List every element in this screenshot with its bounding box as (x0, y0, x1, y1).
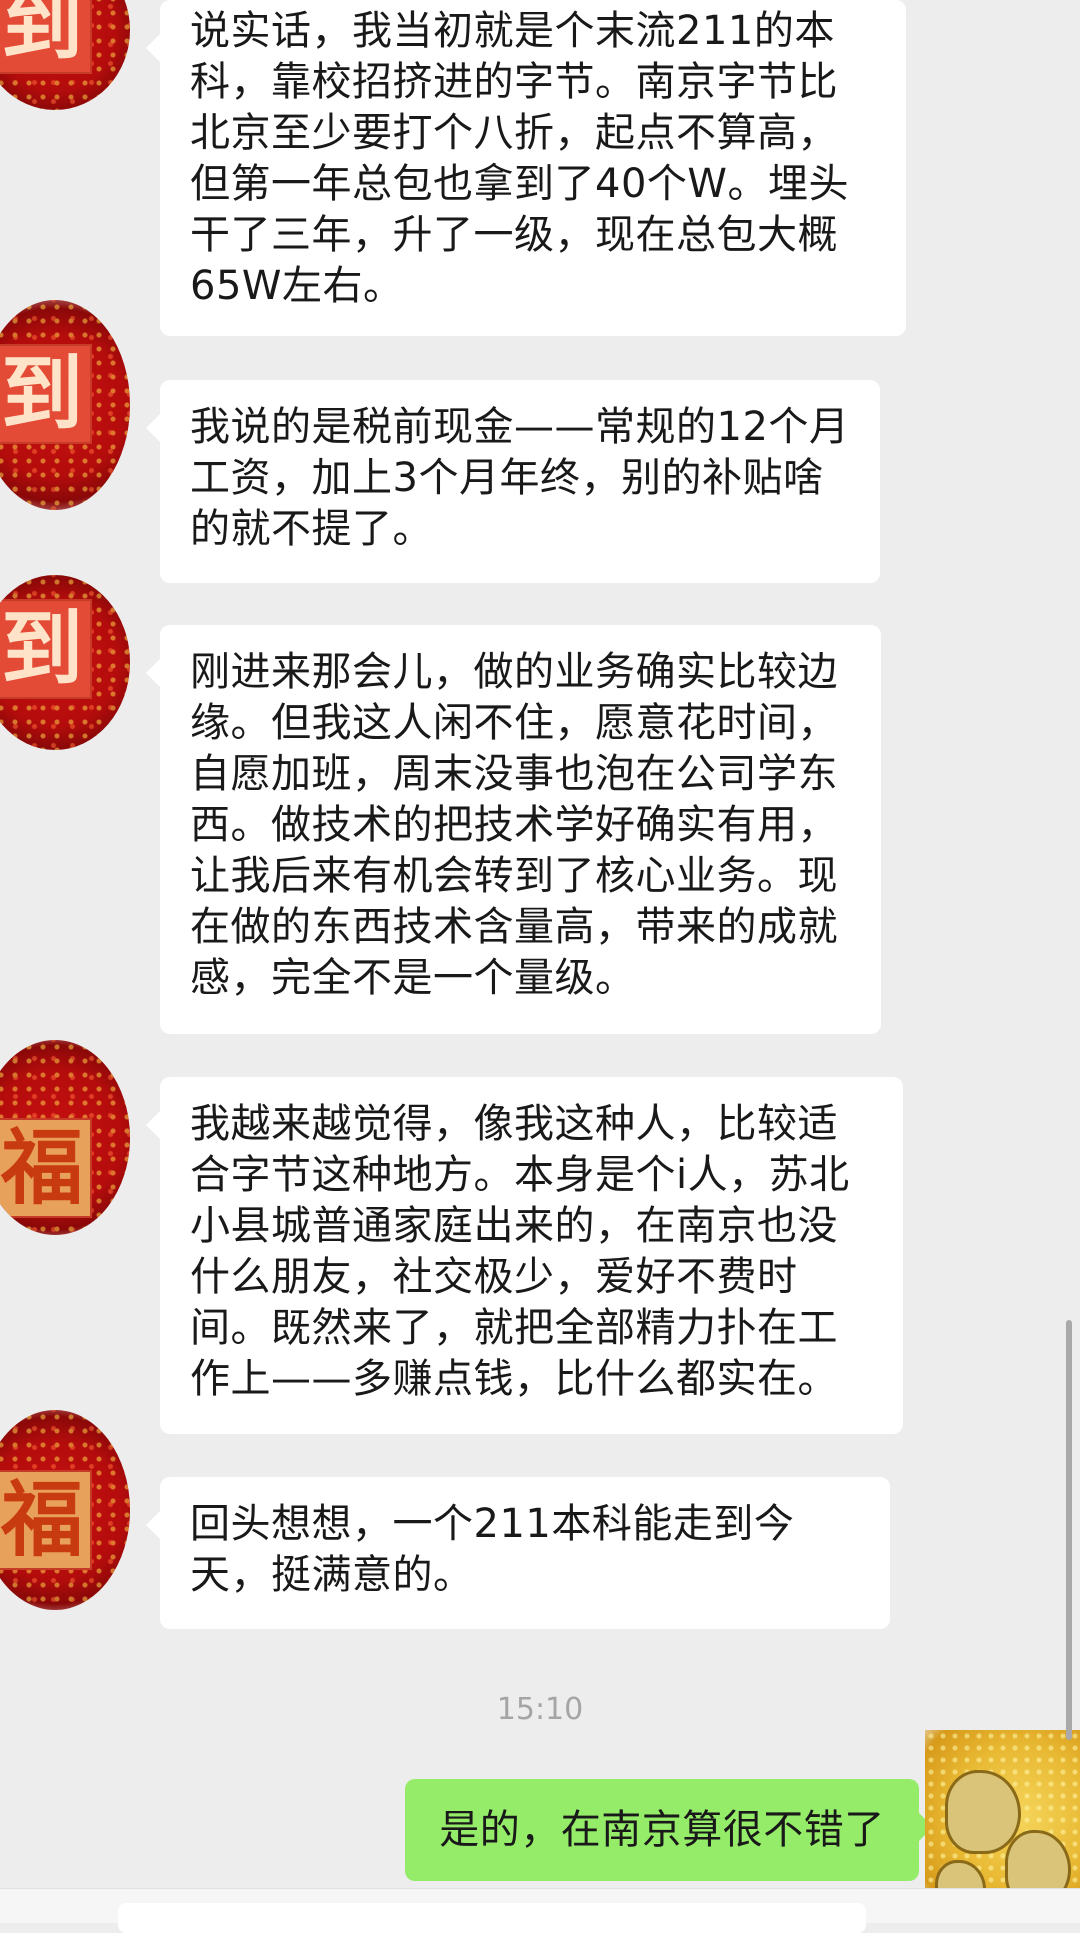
avatar-shape (945, 1770, 1021, 1854)
incoming-message-bubble[interactable]: 我越来越觉得，像我这种人，比较适合字节这种地方。本身是个i人，苏北小县城普通家庭… (146, 1077, 903, 1434)
incoming-message-bubble[interactable]: 刚进来那会儿，做的业务确实比较边缘。但我这人闲不住，愿意花时间，自愿加班，周末没… (146, 625, 881, 1034)
message-text: 我说的是税前现金——常规的12个月工资，加上3个月年终，别的补贴啥的就不提了。 (190, 404, 850, 552)
incoming-message-bubble[interactable]: 我说的是税前现金——常规的12个月工资，加上3个月年终，别的补贴啥的就不提了。 (146, 380, 880, 583)
incoming-message-bubble[interactable]: 说实话，我当初就是个末流211的本科，靠校招挤进的字节。南京字节比北京至少要打个… (146, 0, 906, 336)
incoming-message-bubble[interactable]: 回头想想，一个211本科能走到今天，挺满意的。 (146, 1477, 890, 1629)
contact-avatar[interactable]: 福 (0, 1040, 130, 1235)
message-text: 刚进来那会儿，做的业务确实比较边缘。但我这人闲不住，愿意花时间，自愿加班，周末没… (190, 649, 838, 1001)
chat-area[interactable]: 到 说实话，我当初就是个末流211的本科，靠校招挤进的字节。南京字节比北京至少要… (0, 0, 1080, 1933)
avatar-glyph: 福 (0, 1118, 92, 1218)
contact-avatar[interactable]: 到 (0, 300, 130, 510)
message-text: 是的，在南京算很不错了 (439, 1807, 885, 1853)
contact-avatar[interactable]: 到 (0, 575, 130, 750)
contact-avatar[interactable]: 福 (0, 1410, 130, 1610)
message-timestamp: 15:10 (496, 1692, 584, 1727)
avatar-glyph: 到 (0, 344, 92, 444)
message-text: 回头想想，一个211本科能走到今天，挺满意的。 (190, 1501, 795, 1598)
message-text: 我越来越觉得，像我这种人，比较适合字节这种地方。本身是个i人，苏北小县城普通家庭… (190, 1101, 850, 1402)
message-text: 说实话，我当初就是个末流211的本科，靠校招挤进的字节。南京字节比北京至少要打个… (190, 8, 849, 309)
outgoing-message-bubble[interactable]: 是的，在南京算很不错了 (405, 1779, 933, 1881)
avatar-glyph: 到 (0, 599, 92, 699)
avatar-glyph: 福 (0, 1470, 92, 1570)
scrollbar[interactable] (1066, 1320, 1072, 1740)
message-input[interactable] (118, 1903, 866, 1933)
contact-avatar[interactable]: 到 (0, 0, 130, 110)
avatar-glyph: 到 (0, 0, 92, 74)
